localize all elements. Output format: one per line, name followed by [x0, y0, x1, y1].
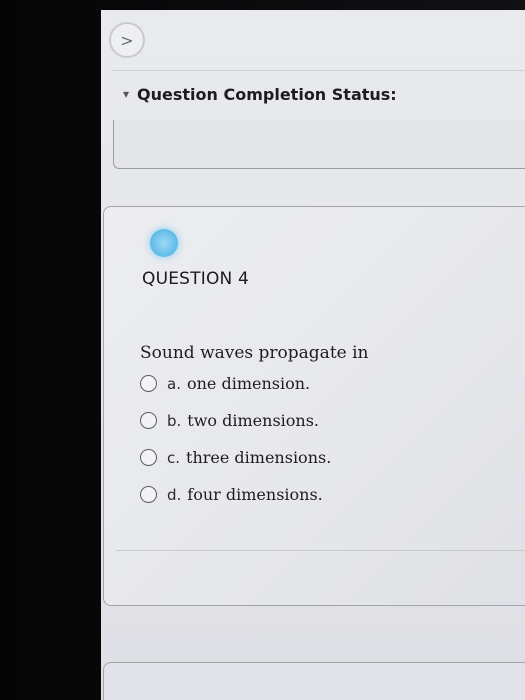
completion-status-bar[interactable]: ▾ Question Completion Status:	[111, 70, 525, 117]
option-letter: c.	[167, 448, 181, 467]
option-text: four dimensions.	[187, 485, 323, 504]
radio-button-c[interactable]	[140, 449, 157, 466]
answer-options: a. one dimension. b. two dimensions. c. …	[140, 365, 331, 513]
chevron-right-icon: >	[120, 30, 134, 50]
radio-button-a[interactable]	[140, 375, 157, 392]
option-c[interactable]: c. three dimensions.	[140, 439, 331, 476]
option-text: one dimension.	[186, 374, 311, 393]
completion-status-label: Question Completion Status:	[137, 84, 397, 104]
option-b[interactable]: b. two dimensions.	[140, 402, 331, 439]
option-d[interactable]: d. four dimensions.	[140, 476, 331, 513]
question-number: QUESTION 4	[142, 269, 250, 289]
radio-button-d[interactable]	[140, 486, 157, 503]
completion-status-panel	[113, 120, 525, 169]
question-card: QUESTION 4 Sound waves propagate in a. o…	[103, 206, 525, 606]
screen: > ▾ Question Completion Status: QUESTION…	[101, 10, 525, 700]
option-a[interactable]: a. one dimension.	[140, 365, 331, 402]
question-prompt: Sound waves propagate in	[140, 343, 369, 363]
next-nav-button[interactable]: >	[109, 22, 145, 58]
card-divider	[116, 550, 525, 551]
option-text: three dimensions.	[186, 448, 332, 467]
question-indicator-dot	[150, 229, 178, 257]
option-letter: a.	[167, 374, 181, 393]
option-letter: d.	[167, 485, 182, 504]
next-question-card	[103, 662, 525, 700]
chevron-down-icon: ▾	[123, 87, 130, 101]
option-text: two dimensions.	[187, 411, 320, 430]
radio-button-b[interactable]	[140, 412, 157, 429]
option-letter: b.	[167, 411, 182, 430]
